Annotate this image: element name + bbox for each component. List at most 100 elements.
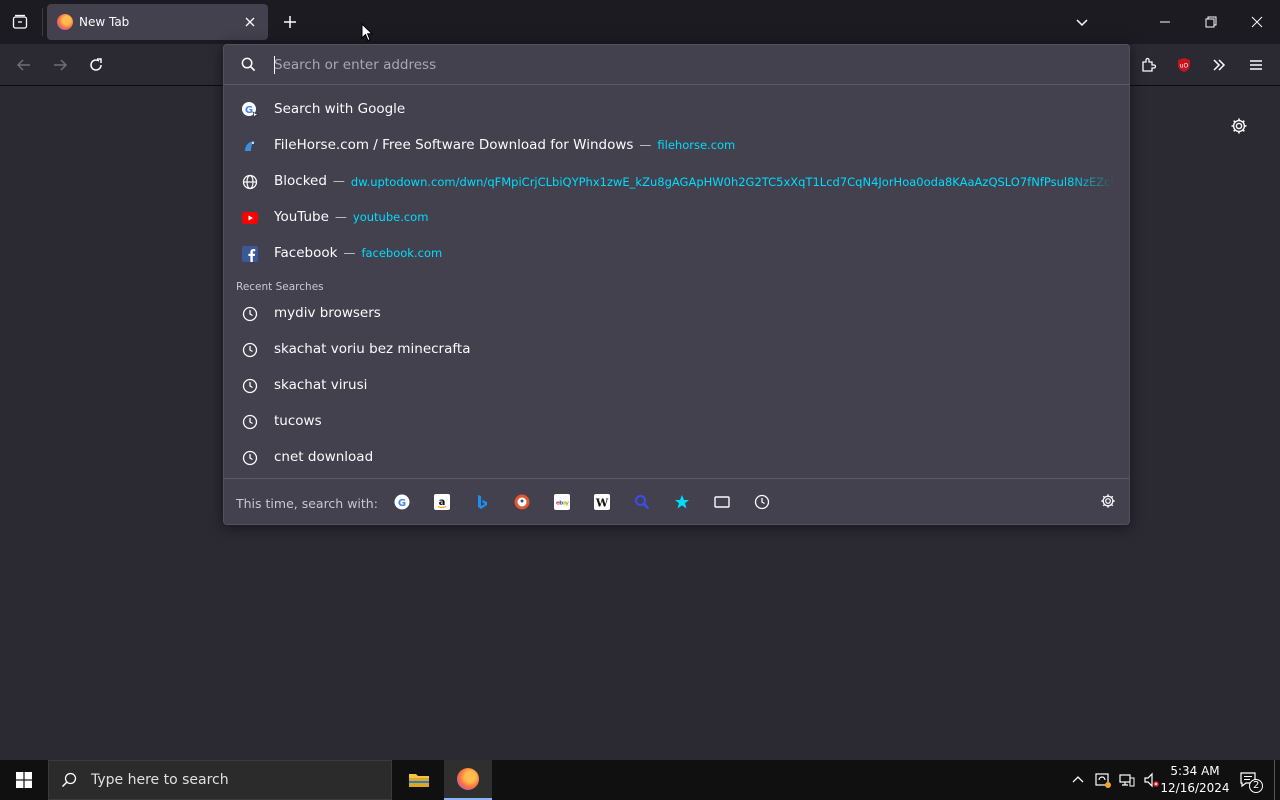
separator: —: [334, 210, 347, 224]
firefox-view-icon: [12, 14, 28, 29]
new-tab-button[interactable]: [278, 10, 302, 34]
double-chevron-right-icon: [1213, 59, 1226, 71]
globe-icon: [241, 173, 259, 191]
app-menu-button[interactable]: [1241, 50, 1271, 80]
suggestion-title: Blocked: [274, 173, 327, 189]
chevron-down-icon: [1076, 19, 1088, 27]
action-center-button[interactable]: 2: [1234, 760, 1264, 800]
separator: —: [332, 174, 345, 188]
suggestion-facebook[interactable]: Facebook — facebook.com: [224, 235, 1129, 271]
clock-icon: [241, 449, 259, 467]
tab-strip: New Tab: [0, 0, 1280, 44]
taskbar-search-placeholder: Type here to search: [91, 772, 229, 788]
google-icon: G: [241, 101, 259, 119]
network-tray-icon[interactable]: [1116, 760, 1138, 800]
recent-search-item[interactable]: skachat virusi: [224, 367, 1129, 403]
show-desktop-divider[interactable]: [1274, 760, 1275, 800]
recent-search-item[interactable]: mydiv browsers: [224, 295, 1129, 331]
notification-count-badge: 2: [1249, 779, 1264, 793]
clock-icon: [241, 413, 259, 431]
recent-search-text: skachat voriu bez minecrafta: [274, 341, 471, 357]
search-settings-button[interactable]: [1100, 493, 1116, 513]
svg-text:G: G: [245, 105, 253, 116]
recent-search-item[interactable]: cnet download: [224, 439, 1129, 475]
arrow-left-icon: [16, 59, 30, 71]
magnifier-blue-icon: [635, 495, 650, 510]
urlbar-input[interactable]: [274, 55, 1114, 75]
suggestion-youtube[interactable]: YouTube — youtube.com: [224, 199, 1129, 235]
mydiv-engine-button[interactable]: [632, 492, 652, 512]
minimize-button[interactable]: [1142, 0, 1188, 44]
search-icon: [61, 772, 77, 788]
svg-text:uO: uO: [1180, 63, 1189, 70]
plus-icon: [284, 16, 296, 28]
recent-search-text: skachat virusi: [274, 377, 368, 393]
show-hidden-icons-button[interactable]: [1068, 760, 1088, 800]
search-one-offs: This time, search with: G a ebay W: [224, 478, 1129, 524]
suggestion-title: Facebook: [274, 245, 338, 261]
svg-text:y: y: [565, 501, 569, 507]
close-icon: [245, 17, 255, 27]
firefox-icon: [57, 14, 73, 30]
tab-new-tab[interactable]: New Tab: [47, 4, 268, 40]
recent-search-item[interactable]: tucows: [224, 403, 1129, 439]
start-button[interactable]: [0, 760, 48, 800]
shield-warning-icon: [1095, 773, 1111, 788]
recent-search-text: cnet download: [274, 449, 374, 465]
bookmarks-button[interactable]: [672, 492, 692, 512]
google-engine-button[interactable]: G: [392, 492, 412, 512]
gear-icon: [1231, 118, 1247, 134]
volume-tray-icon[interactable]: [1140, 760, 1162, 800]
history-button[interactable]: [752, 492, 772, 512]
ebay-engine-button[interactable]: ebay: [552, 492, 572, 512]
window-close-button[interactable]: [1234, 0, 1280, 44]
tab-close-button[interactable]: [242, 14, 258, 30]
minimize-icon: [1160, 21, 1170, 23]
tabs-button[interactable]: [712, 492, 732, 512]
taskbar-clock[interactable]: 5:34 AM 12/16/2024: [1160, 763, 1230, 797]
gear-icon: [1101, 494, 1115, 508]
overflow-menu-button[interactable]: [1204, 50, 1234, 80]
suggestion-search-google[interactable]: G Search with Google: [224, 91, 1129, 127]
windows-taskbar: Type here to search 5:34 AM 12/16/2024 2: [0, 760, 1280, 800]
forward-button[interactable]: [45, 50, 75, 80]
firefox-view-button[interactable]: [0, 0, 40, 44]
recent-search-text: mydiv browsers: [274, 305, 381, 321]
wikipedia-icon: W: [594, 494, 610, 510]
folder-icon: [409, 774, 429, 787]
duckduckgo-engine-button[interactable]: [512, 492, 532, 512]
clock-time: 5:34 AM: [1170, 764, 1220, 778]
filehorse-icon: [241, 137, 259, 155]
youtube-icon: [241, 209, 259, 227]
amazon-icon: a: [434, 494, 450, 510]
bing-engine-button[interactable]: [472, 492, 492, 512]
reload-button[interactable]: [81, 50, 111, 80]
firefox-taskbar-button[interactable]: [444, 760, 492, 800]
bing-icon: [478, 495, 487, 509]
wikipedia-engine-button[interactable]: W: [592, 492, 612, 512]
extensions-button[interactable]: [1133, 50, 1163, 80]
suggestion-url: dw.uptodown.com/dwn/qFMpiCrjCLbiQYPhx1zw…: [350, 175, 1116, 189]
suggestion-filehorse[interactable]: FileHorse.com / Free Software Download f…: [224, 127, 1129, 163]
clock-icon: [241, 305, 259, 323]
taskbar-search-box[interactable]: Type here to search: [48, 760, 392, 800]
security-tray-icon[interactable]: [1092, 760, 1114, 800]
back-button[interactable]: [9, 50, 39, 80]
network-icon: [1119, 774, 1135, 787]
restore-icon: [1205, 16, 1217, 28]
amazon-engine-button[interactable]: a: [432, 492, 452, 512]
search-with-label: This time, search with:: [236, 496, 378, 511]
personalize-new-tab-button[interactable]: [1227, 114, 1251, 138]
list-all-tabs-button[interactable]: [1059, 0, 1105, 44]
ublock-origin-button[interactable]: uO: [1169, 50, 1199, 80]
restore-button[interactable]: [1188, 0, 1234, 44]
star-icon: [675, 495, 689, 509]
mouse-cursor-icon: [361, 22, 374, 46]
suggestion-blocked[interactable]: Blocked — dw.uptodown.com/dwn/qFMpiCrjCLbi…: [224, 163, 1129, 199]
separator: —: [343, 246, 356, 260]
suggestion-url: youtube.com: [352, 210, 429, 224]
file-explorer-taskbar-button[interactable]: [395, 760, 443, 800]
clock-date: 12/16/2024: [1160, 781, 1230, 795]
text-caret: [274, 56, 275, 74]
recent-search-item[interactable]: skachat voriu bez minecrafta: [224, 331, 1129, 367]
